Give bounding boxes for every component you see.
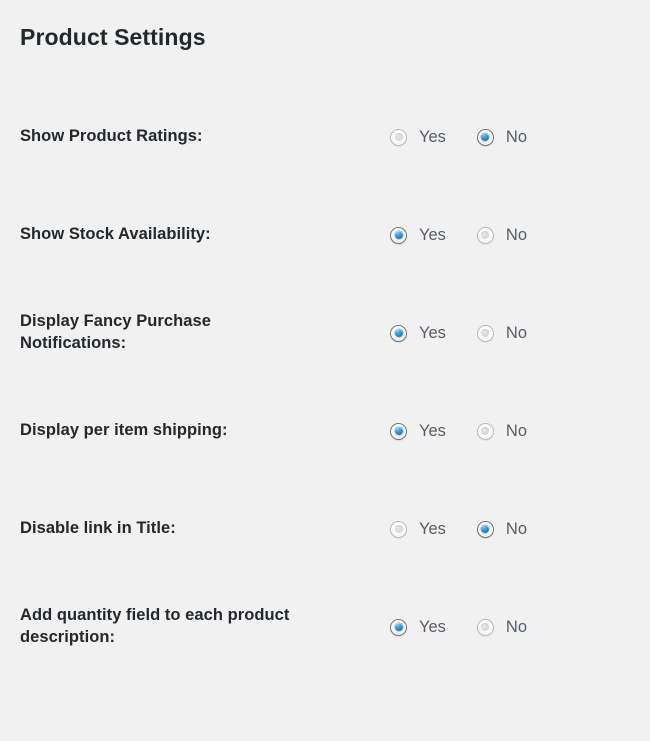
radio-indicator-icon bbox=[476, 128, 494, 146]
setting-label: Show Stock Availability: bbox=[20, 225, 211, 244]
radio-indicator-icon bbox=[476, 422, 494, 440]
setting-label: Display Fancy Purchase Notifications: bbox=[20, 312, 211, 352]
radio-option-no[interactable]: No bbox=[476, 323, 528, 342]
setting-label: Show Product Ratings: bbox=[20, 127, 203, 146]
radio-indicator-icon bbox=[390, 324, 407, 342]
radio-group-display-per-item-shipping: Yes No bbox=[390, 421, 528, 440]
radio-group-show-product-ratings: Yes No bbox=[390, 127, 528, 146]
radio-indicator-icon bbox=[390, 226, 407, 244]
settings-form: Show Product Ratings: Yes No Show Stock … bbox=[0, 88, 650, 676]
radio-option-yes[interactable]: Yes bbox=[390, 127, 446, 146]
radio-option-label: No bbox=[505, 519, 528, 538]
radio-group-disable-link-in-title: Yes No bbox=[390, 519, 528, 538]
radio-option-yes[interactable]: Yes bbox=[390, 519, 446, 538]
radio-group-display-fancy-purchase-notifications: Yes No bbox=[390, 323, 528, 342]
radio-indicator-icon bbox=[476, 618, 494, 636]
radio-group-add-quantity-field: Yes No bbox=[390, 617, 528, 636]
radio-option-label: No bbox=[505, 421, 528, 440]
setting-row: Show Product Ratings: Yes No bbox=[0, 88, 650, 186]
radio-option-yes[interactable]: Yes bbox=[390, 323, 446, 342]
setting-label: Disable link in Title: bbox=[20, 519, 176, 538]
radio-option-no[interactable]: No bbox=[476, 519, 528, 538]
radio-option-label: Yes bbox=[419, 519, 446, 538]
radio-option-yes[interactable]: Yes bbox=[390, 617, 446, 636]
radio-option-no[interactable]: No bbox=[476, 617, 528, 636]
setting-row: Add quantity field to each product descr… bbox=[0, 578, 650, 676]
radio-indicator-icon bbox=[476, 226, 494, 244]
setting-label: Add quantity field to each product descr… bbox=[20, 606, 290, 646]
radio-option-label: No bbox=[505, 617, 528, 636]
radio-group-show-stock-availability: Yes No bbox=[390, 225, 528, 244]
setting-row: Disable link in Title: Yes No bbox=[0, 480, 650, 578]
product-settings-panel: Product Settings Show Product Ratings: Y… bbox=[0, 0, 650, 741]
page-title: Product Settings bbox=[20, 24, 206, 50]
radio-option-yes[interactable]: Yes bbox=[390, 421, 446, 440]
radio-option-label: Yes bbox=[419, 127, 446, 146]
setting-label: Display per item shipping: bbox=[20, 421, 228, 440]
setting-row: Show Stock Availability: Yes No bbox=[0, 186, 650, 284]
radio-option-label: Yes bbox=[419, 421, 446, 440]
radio-option-label: No bbox=[505, 323, 528, 342]
radio-option-no[interactable]: No bbox=[476, 225, 528, 244]
setting-row: Display Fancy Purchase Notifications: Ye… bbox=[0, 284, 650, 382]
radio-option-label: Yes bbox=[419, 617, 446, 636]
radio-indicator-icon bbox=[390, 520, 407, 538]
radio-indicator-icon bbox=[390, 618, 407, 636]
radio-indicator-icon bbox=[390, 422, 407, 440]
radio-option-yes[interactable]: Yes bbox=[390, 225, 446, 244]
radio-option-label: Yes bbox=[419, 323, 446, 342]
radio-option-label: Yes bbox=[419, 225, 446, 244]
radio-option-no[interactable]: No bbox=[476, 127, 528, 146]
setting-row: Display per item shipping: Yes No bbox=[0, 382, 650, 480]
radio-option-no[interactable]: No bbox=[476, 421, 528, 440]
radio-indicator-icon bbox=[476, 520, 494, 538]
radio-indicator-icon bbox=[476, 324, 494, 342]
radio-option-label: No bbox=[505, 127, 528, 146]
radio-option-label: No bbox=[505, 225, 528, 244]
radio-indicator-icon bbox=[390, 128, 407, 146]
